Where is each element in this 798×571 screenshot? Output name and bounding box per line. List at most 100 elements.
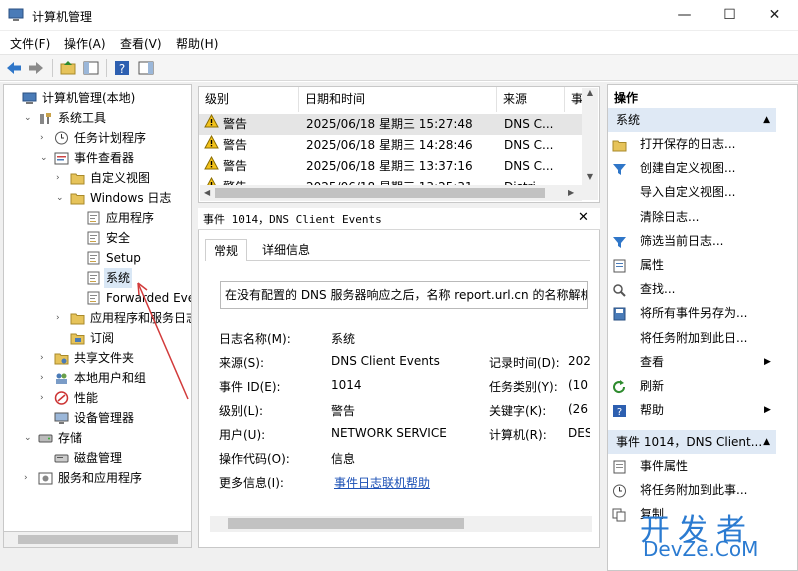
- scroll-thumb[interactable]: [228, 518, 464, 529]
- users-icon: [54, 371, 69, 385]
- collapsed-arrow-icon[interactable]: ›: [40, 368, 50, 388]
- tree-horizontal-scrollbar[interactable]: [3, 531, 192, 548]
- field-value: 系统: [331, 332, 356, 346]
- action-item[interactable]: 查看 ▶: [612, 351, 774, 373]
- column-header-level[interactable]: 级别: [199, 87, 299, 112]
- scroll-left-arrow-icon[interactable]: ◀: [204, 188, 212, 198]
- action-item[interactable]: 将所有事件另存为...: [612, 302, 774, 324]
- tree-item[interactable]: ⌄ 存储: [24, 428, 191, 448]
- field-label: 更多信息(I):: [219, 476, 284, 490]
- event-viewer-icon: [54, 151, 69, 165]
- detail-horizontal-scrollbar[interactable]: [210, 516, 592, 532]
- action-item[interactable]: ? 帮助 ▶: [612, 399, 774, 421]
- field-label: 任务类别(Y):: [489, 380, 558, 394]
- scroll-up-arrow-icon[interactable]: ▲: [582, 88, 598, 102]
- menu-view[interactable]: 查看(V): [120, 35, 162, 52]
- scroll-right-arrow-icon[interactable]: ▶: [568, 188, 576, 198]
- collapsed-arrow-icon[interactable]: ›: [24, 468, 34, 488]
- event-message-box[interactable]: 在没有配置的 DNS 服务器响应之后，名称 report.url.cn 的名称解…: [220, 281, 588, 309]
- column-header-datetime[interactable]: 日期和时间: [299, 87, 497, 112]
- help-icon[interactable]: ?: [113, 59, 131, 77]
- event-row[interactable]: 警告 2025/06/18 星期三 13:37:16 DNS C...: [199, 155, 583, 177]
- tree-item[interactable]: 应用程序: [72, 208, 191, 228]
- event-list-vertical-scrollbar[interactable]: ▲ ▼: [582, 88, 598, 200]
- action-label: 打开保存的日志...: [640, 137, 736, 151]
- expanded-arrow-icon[interactable]: ⌄: [24, 428, 34, 448]
- expanded-arrow-icon[interactable]: ⌄: [40, 148, 50, 168]
- action-item[interactable]: 事件属性: [612, 455, 774, 477]
- tree-item[interactable]: › 任务计划程序: [40, 128, 191, 148]
- tree-item[interactable]: 磁盘管理: [40, 448, 191, 468]
- tree-item[interactable]: 计算机管理(本地): [8, 88, 191, 108]
- action-item[interactable]: 刷新: [612, 375, 774, 397]
- tree-item[interactable]: Setup: [72, 248, 191, 268]
- column-header-source[interactable]: 来源: [497, 87, 565, 112]
- close-detail-icon[interactable]: ✕: [578, 210, 589, 225]
- performance-icon: [54, 391, 69, 405]
- up-folder-icon[interactable]: [59, 59, 77, 77]
- menu-file[interactable]: 文件(F): [10, 35, 50, 52]
- tree-item[interactable]: ⌄ 系统工具: [24, 108, 191, 128]
- expanded-arrow-icon[interactable]: ⌄: [56, 188, 66, 208]
- expanded-arrow-icon[interactable]: ⌄: [24, 108, 34, 128]
- device-manager-icon: [54, 411, 69, 425]
- section-label: 系统: [616, 113, 641, 127]
- action-item[interactable]: 创建自定义视图...: [612, 157, 774, 179]
- show-hide-tree-icon[interactable]: [82, 59, 100, 77]
- event-source: DNS C...: [504, 138, 554, 152]
- tools-icon: [38, 111, 53, 125]
- folder-icon: [70, 311, 85, 325]
- action-item[interactable]: 查找...: [612, 278, 774, 300]
- field-label: 操作代码(O):: [219, 452, 290, 466]
- event-log-help-link[interactable]: 事件日志联机帮助: [334, 474, 430, 491]
- menu-help[interactable]: 帮助(H): [176, 35, 218, 52]
- tree-item[interactable]: › 自定义视图: [56, 168, 191, 188]
- event-row[interactable]: 警告 2025/06/18 星期三 14:28:46 DNS C...: [199, 134, 583, 156]
- annotation-arrow: [137, 282, 189, 400]
- show-action-pane-icon[interactable]: [137, 59, 155, 77]
- action-item[interactable]: 筛选当前日志...: [612, 230, 774, 252]
- tab-general[interactable]: 常规: [205, 239, 248, 261]
- close-button[interactable]: ✕: [752, 0, 797, 30]
- event-list-horizontal-scrollbar[interactable]: ◀ ▶: [200, 185, 582, 201]
- menu-action[interactable]: 操作(A): [64, 35, 106, 52]
- scroll-thumb[interactable]: [18, 535, 178, 544]
- action-item[interactable]: 打开保存的日志...: [612, 133, 774, 155]
- tab-details[interactable]: 详细信息: [254, 239, 318, 261]
- warning-icon: [204, 113, 219, 128]
- filter-icon: [612, 234, 627, 248]
- action-item[interactable]: 将任务附加到此事...: [612, 479, 774, 501]
- action-item[interactable]: 将任务附加到此日...: [612, 327, 774, 349]
- tree-item[interactable]: 设备管理器: [40, 408, 191, 428]
- filter-icon: [612, 161, 627, 176]
- action-item[interactable]: 属性: [612, 254, 774, 276]
- watermark-text: DevZe.CoM: [643, 537, 759, 561]
- event-row[interactable]: 警告 2025/06/18 星期三 15:27:48 DNS C...: [199, 113, 583, 135]
- forward-arrow-icon[interactable]: [27, 59, 45, 77]
- scroll-down-arrow-icon[interactable]: ▼: [582, 172, 598, 186]
- field-value: 1014: [331, 378, 362, 392]
- collapsed-arrow-icon[interactable]: ›: [56, 168, 66, 188]
- tree-item[interactable]: ⌄ 事件查看器: [40, 148, 191, 168]
- clock-icon: [54, 131, 69, 145]
- tree-item[interactable]: 安全: [72, 228, 191, 248]
- maximize-button[interactable]: ☐: [707, 0, 752, 30]
- collapse-arrow-icon[interactable]: ▲: [763, 430, 770, 454]
- collapsed-arrow-icon[interactable]: ›: [56, 308, 66, 328]
- svg-text:?: ?: [617, 407, 622, 418]
- collapse-arrow-icon[interactable]: ▲: [763, 108, 770, 132]
- subscription-icon: [70, 331, 85, 345]
- collapsed-arrow-icon[interactable]: ›: [40, 128, 50, 148]
- tree-item-label: 性能: [74, 391, 99, 405]
- collapsed-arrow-icon[interactable]: ›: [40, 348, 50, 368]
- minimize-button[interactable]: —: [662, 0, 707, 30]
- tree-item[interactable]: › 服务和应用程序: [24, 468, 191, 488]
- actions-section-event[interactable]: 事件 1014，DNS Client... ▲: [608, 430, 776, 454]
- action-item[interactable]: 清除日志...: [612, 206, 774, 228]
- collapsed-arrow-icon[interactable]: ›: [40, 388, 50, 408]
- actions-section-system[interactable]: 系统 ▲: [608, 108, 776, 132]
- back-arrow-icon[interactable]: [5, 59, 23, 77]
- tree-item[interactable]: ⌄ Windows 日志: [56, 188, 191, 208]
- action-item[interactable]: 导入自定义视图...: [612, 181, 774, 203]
- scroll-thumb[interactable]: [215, 188, 545, 198]
